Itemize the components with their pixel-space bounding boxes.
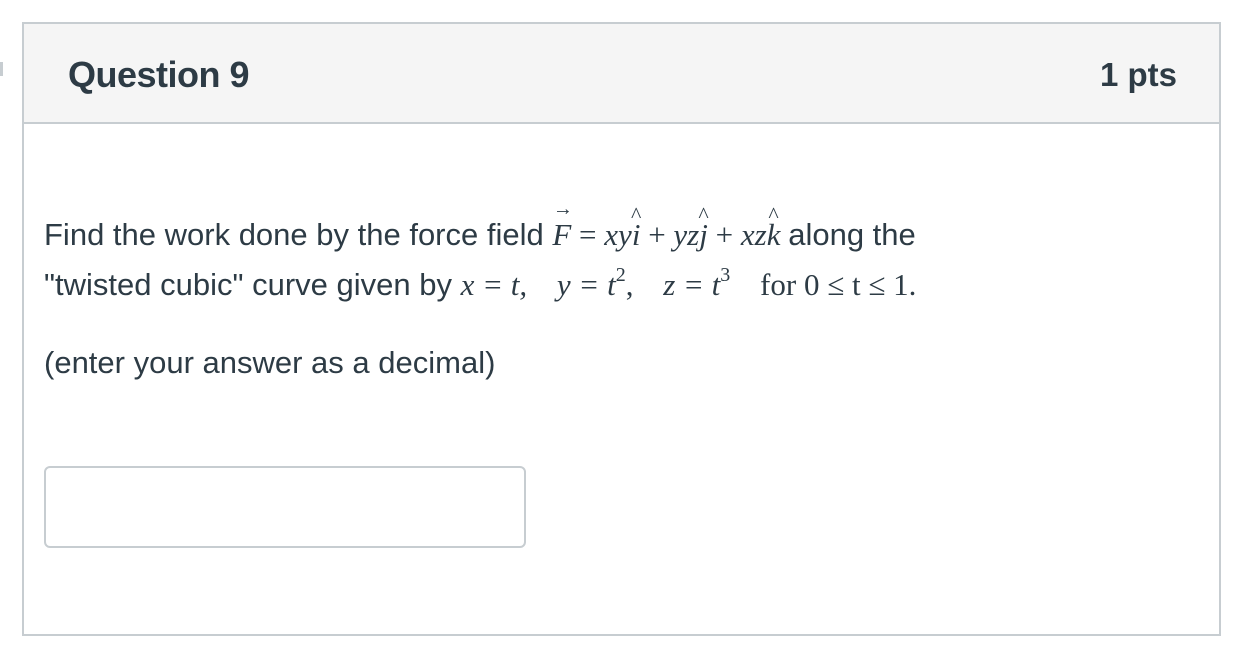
question-header: Question 9 1 pts: [24, 24, 1219, 124]
z-equation: z = t: [663, 267, 721, 302]
answer-hint: (enter your answer as a decimal): [44, 345, 496, 380]
prompt-text-3: "twisted cubic" curve given by: [44, 267, 452, 302]
parameter-range: 0 ≤ t ≤ 1.: [803, 267, 917, 302]
prompt-text-2: along the: [788, 217, 916, 252]
y-equation: y = t: [556, 267, 616, 302]
question-points: 1 pts: [1099, 56, 1177, 93]
equals-sign: =: [579, 217, 597, 252]
question-body: Find the work done by the force field F …: [44, 210, 1164, 388]
curve-parametrization: x = t, y = t2, z = t3 for 0 ≤ t ≤ 1.: [460, 264, 917, 302]
unit-vector-k: k: [767, 210, 781, 260]
unit-vector-i: i: [632, 210, 641, 260]
term-xz: xz: [740, 217, 767, 252]
unit-vector-j: j: [699, 210, 708, 260]
question-prompt: Find the work done by the force field F …: [44, 210, 1164, 310]
term-yz: yz: [673, 217, 700, 252]
left-edge-marker: [0, 62, 3, 76]
y-comma: ,: [625, 267, 634, 302]
x-equation: x = t,: [460, 267, 528, 302]
force-field-equation: F = xyi + yzj + xzk: [552, 217, 788, 252]
question-title: Question 9: [68, 54, 250, 95]
plus-sign: +: [648, 217, 666, 252]
prompt-text-1: Find the work done by the force field: [44, 217, 544, 252]
plus-sign: +: [715, 217, 734, 252]
y-exponent: 2: [615, 264, 626, 286]
force-vector-symbol: F: [552, 210, 571, 260]
answer-input[interactable]: [44, 466, 526, 548]
z-exponent: 3: [720, 264, 731, 286]
term-xy: xy: [604, 217, 632, 252]
range-word: for: [760, 267, 797, 302]
